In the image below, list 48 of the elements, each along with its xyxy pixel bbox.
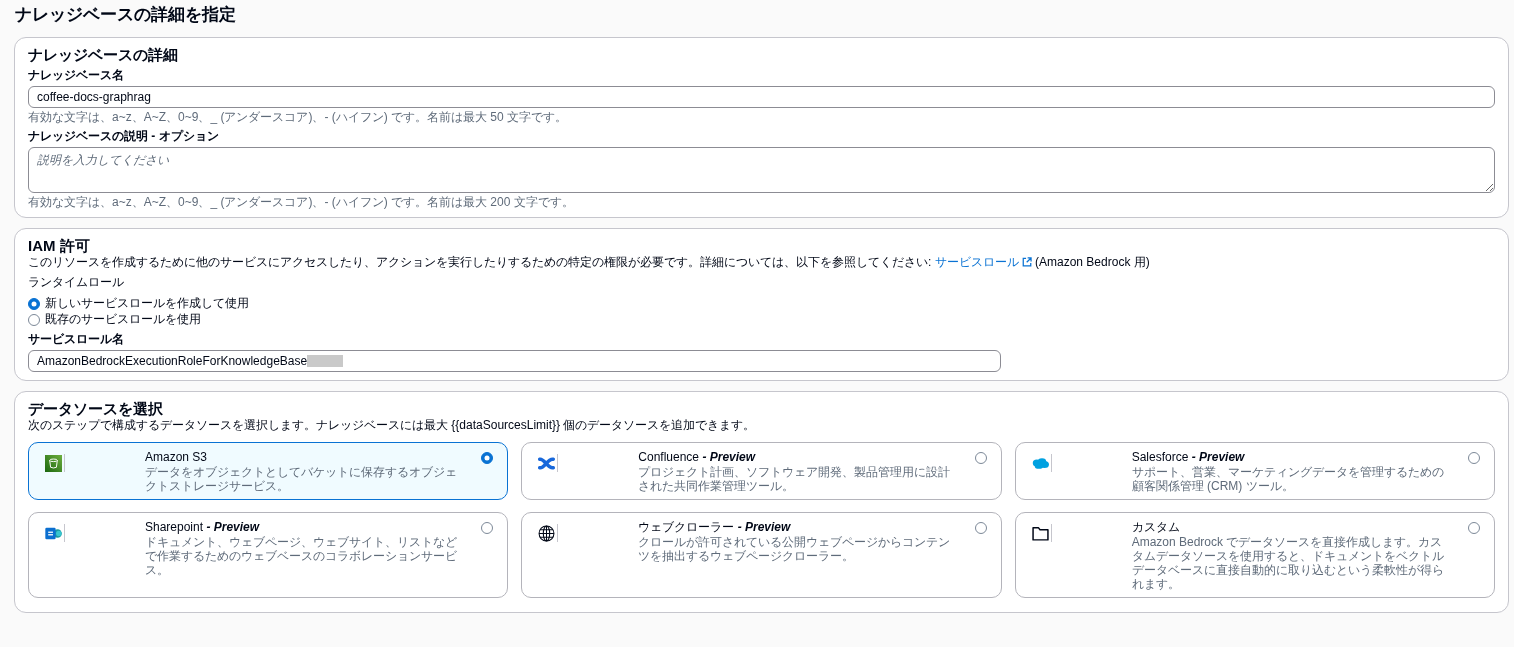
radio-label[interactable]: 既存のサービスロールを使用 [45, 312, 201, 327]
data-source-tile[interactable]: Salesforce - Preview サポート、営業、マーケティングデータを管理するための顧客関係管理 (CRM) ツール。 [1014, 442, 1495, 500]
field-label: ナレッジベースの説明 - オプション [28, 129, 220, 144]
data-source-tile[interactable]: Sharepoint - Preview ドキュメント、ウェブページ、ウェブサイト、リストなどで作業するためのウェブベースのコラボレーションサービス。 [28, 512, 509, 598]
field-hint: 有効な文字は、a~z、A~Z、0~9、_ (アンダースコア)、- (ハイフン) です。名前は最大 50 文字です。 [28, 110, 569, 124]
radio-button[interactable] [974, 452, 987, 464]
globe-icon [538, 524, 556, 542]
source-title: ウェブクローラー - Preview [638, 520, 792, 535]
field-label: ナレッジベース名 [28, 68, 125, 83]
source-title: Confluence - Preview [638, 450, 757, 465]
source-title: カスタム [1131, 520, 1181, 535]
field-hint: 有効な文字は、a~z、A~Z、0~9、_ (アンダースコア)、- (ハイフン) です。名前は最大 200 文字です。 [28, 195, 575, 209]
source-description: Amazon Bedrock でデータソースを直接作成します。カスタムデータソースを使用すると、ドキュメントをベクトルデータベースに直接自動的に取り込むという柔軟性が得られます。 [1131, 535, 1444, 591]
data-source-tile[interactable]: カスタム Amazon Bedrock でデータソースを直接作成します。カスタムデータソースを使用すると、ドキュメントをベクトルデータベースに直接自動的に取り込むという柔軟性が得られます。 [1014, 512, 1495, 598]
radio-button[interactable] [481, 452, 494, 464]
iam-description: このリソースを作成するために他のサービスにアクセスしたり、アクションを実行したりするための特定の権限が必要です。詳細については、以下を参照してください: サービスロール (Amazon Bedrock 用) [28, 255, 1151, 270]
crossed-curves-icon [538, 454, 556, 472]
radio-button[interactable] [1468, 522, 1480, 534]
data-source-tile[interactable]: Confluence - Preview プロジェクト計画、ソフトウェア開発、製品管理用に設計された共同作業管理ツール。 [521, 442, 1002, 500]
name-field[interactable]: coffee-docs-graphrag [28, 86, 1495, 108]
section-heading: データソースを選択 [28, 399, 164, 418]
radio-button[interactable] [481, 522, 494, 534]
source-description: クロールが許可されている公開ウェブページからコンテンツを抽出するウェブページクローラー。 [638, 535, 951, 563]
data-source-tile[interactable]: ウェブクローラー - Preview クロールが許可されている公開ウェブページからコンテンツを抽出するウェブページクローラー。 [521, 512, 1002, 598]
source-title: Sharepoint - Preview [145, 520, 261, 535]
source-title: Amazon S3 [145, 450, 209, 465]
data-source-tile[interactable]: Amazon S3 データをオブジェクトとしてバケットに保存するオブジェクトストレージサービス。 [28, 442, 509, 500]
section-heading: ナレッジベースの詳細 [28, 45, 179, 64]
page-title: ナレッジベースの詳細を指定 [15, 4, 237, 25]
folder-icon [1031, 524, 1049, 542]
radio-button[interactable] [28, 313, 40, 326]
description-field[interactable]: 説明を入力してください [28, 147, 1495, 193]
role-name-field[interactable]: AmazonBedrockExecutionRoleForKnowledgeBase [28, 350, 1001, 372]
source-description: ドキュメント、ウェブページ、ウェブサイト、リストなどで作業するためのウェブベースのコラボレーションサービス。 [145, 535, 457, 577]
bucket-icon [45, 454, 62, 472]
section-heading: IAM 許可 [28, 236, 91, 255]
section-description: 次のステップで構成するデータソースを選択します。ナレッジベースには最大 {{dataSourcesLimit}} 個のデータソースを追加できます。 [28, 418, 757, 433]
radio-label[interactable]: 新しいサービスロールを作成して使用 [45, 296, 249, 311]
radio-button[interactable] [28, 297, 40, 310]
group-label: ランタイムロール [28, 275, 125, 290]
source-title: Salesforce - Preview [1131, 450, 1246, 465]
service-role-link[interactable]: サービスロール [934, 255, 1032, 269]
source-description: サポート、営業、マーケティングデータを管理するための顧客関係管理 (CRM) ツール。 [1131, 465, 1444, 493]
radio-button[interactable] [1468, 452, 1480, 464]
field-label: サービスロール名 [28, 332, 125, 347]
radio-button[interactable] [974, 522, 987, 534]
source-description: プロジェクト計画、ソフトウェア開発、製品管理用に設計された共同作業管理ツール。 [638, 465, 951, 493]
source-description: データをオブジェクトとしてバケットに保存するオブジェクトストレージサービス。 [145, 465, 457, 493]
